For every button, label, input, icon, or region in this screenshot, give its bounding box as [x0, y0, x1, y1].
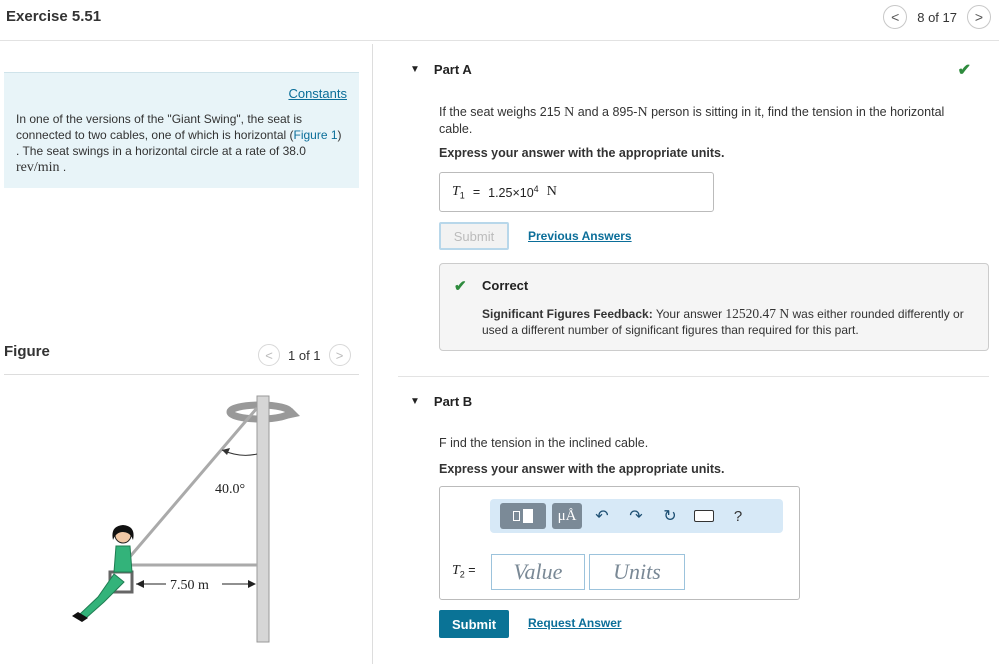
- help-button[interactable]: ?: [724, 503, 752, 529]
- figure-heading: Figure: [4, 343, 50, 360]
- part-a-complete-checkmark-icon: ✔: [957, 62, 971, 79]
- figure-count: 1 of 1: [288, 347, 321, 363]
- t2-label: T2 =: [452, 563, 476, 580]
- next-exercise-button[interactable]: >: [967, 5, 991, 29]
- part-a-unit-1: N: [564, 105, 575, 120]
- next-figure-button[interactable]: >: [328, 344, 351, 366]
- giant-swing-figure: 40.0° 7.50 m: [72, 395, 300, 643]
- units-button[interactable]: μÅ: [552, 503, 582, 529]
- figure-divider: [4, 374, 359, 375]
- feedback-text-1: Your answer: [652, 307, 726, 321]
- distance-label: 7.50 m: [170, 578, 209, 593]
- reset-icon[interactable]: ↻: [656, 503, 684, 529]
- templates-icon: [513, 509, 533, 523]
- part-a-submit-button[interactable]: Submit: [439, 222, 509, 250]
- part-a-unit-2: N: [637, 105, 648, 120]
- distance-arrowhead-left: [136, 580, 144, 588]
- collapse-triangle-icon[interactable]: ▼: [410, 64, 420, 75]
- part-a-question-2: and a 895-: [574, 105, 638, 119]
- part-a-question-1: If the seat weighs 215: [439, 105, 565, 119]
- sig-figs-label: Significant Figures Feedback:: [482, 307, 653, 321]
- part-divider: [398, 376, 989, 377]
- part-b-submit-button[interactable]: Submit: [439, 610, 509, 638]
- math-toolbar: μÅ ↶ ↷ ↻ ?: [490, 499, 783, 533]
- part-a-answer-field[interactable]: T1 = 1.25×104 N: [439, 172, 714, 212]
- problem-text-part-3: .: [59, 160, 67, 174]
- t1-unit: N: [546, 184, 557, 199]
- column-divider: [372, 44, 373, 664]
- rate-unit: rev/min: [16, 160, 60, 175]
- figure-link[interactable]: Figure 1: [294, 128, 338, 142]
- feedback-status: Correct: [482, 278, 529, 293]
- exercise-pager: < 8 of 17 >: [883, 5, 991, 29]
- problem-statement-panel: Constants In one of the versions of the …: [4, 72, 359, 188]
- keyboard-icon[interactable]: [690, 503, 718, 529]
- exercise-title: Exercise 5.51: [6, 8, 102, 25]
- exercise-count: 8 of 17: [917, 9, 957, 25]
- previous-figure-button[interactable]: <: [258, 344, 280, 366]
- person-torso: [113, 545, 133, 573]
- previous-exercise-button[interactable]: <: [883, 5, 908, 29]
- figure-pager: < 1 of 1 >: [258, 344, 351, 366]
- problem-text-part-1: In one of the versions of the "Giant Swi…: [16, 112, 303, 142]
- previous-answers-link[interactable]: Previous Answers: [528, 229, 632, 243]
- correct-checkmark-icon: ✔: [454, 278, 467, 295]
- part-a-title: Part A: [433, 62, 472, 77]
- pole: [256, 395, 270, 643]
- undo-icon[interactable]: ↶: [588, 503, 616, 529]
- part-a-feedback: ✔ Correct Significant Figures Feedback: …: [439, 263, 989, 351]
- header-divider: [0, 40, 999, 41]
- collapse-triangle-icon[interactable]: ▼: [410, 396, 420, 407]
- constants-link[interactable]: Constants: [288, 86, 347, 101]
- redo-icon[interactable]: ↷: [622, 503, 650, 529]
- angle-label: 40.0°: [215, 482, 245, 497]
- sig-figs-feedback: Significant Figures Feedback: Your answe…: [482, 306, 977, 338]
- t1-value: 1.25×104: [488, 183, 539, 201]
- part-a-header[interactable]: ▼ Part A: [410, 62, 472, 77]
- part-b-header[interactable]: ▼ Part B: [410, 394, 472, 409]
- request-answer-link[interactable]: Request Answer: [528, 616, 622, 630]
- t1-equals: =: [472, 185, 481, 199]
- part-b-answer-editor: μÅ ↶ ↷ ↻ ? T2 = Value Units: [439, 486, 800, 600]
- part-b-question: F ind the tension in the inclined cable.: [439, 436, 649, 450]
- distance-arrowhead-right: [248, 580, 256, 588]
- value-input[interactable]: Value: [491, 554, 585, 590]
- feedback-value: 12520.47 N: [725, 306, 790, 321]
- part-a-question: If the seat weighs 215 N and a 895-N per…: [439, 104, 979, 137]
- templates-button[interactable]: [500, 503, 546, 529]
- units-input[interactable]: Units: [589, 554, 685, 590]
- problem-text: In one of the versions of the "Giant Swi…: [16, 111, 346, 176]
- person-legs: [79, 573, 125, 619]
- part-a-instruction: Express your answer with the appropriate…: [439, 146, 725, 160]
- part-b-title: Part B: [433, 394, 473, 409]
- part-b-instruction: Express your answer with the appropriate…: [439, 462, 725, 476]
- t1-label: T1: [452, 183, 465, 201]
